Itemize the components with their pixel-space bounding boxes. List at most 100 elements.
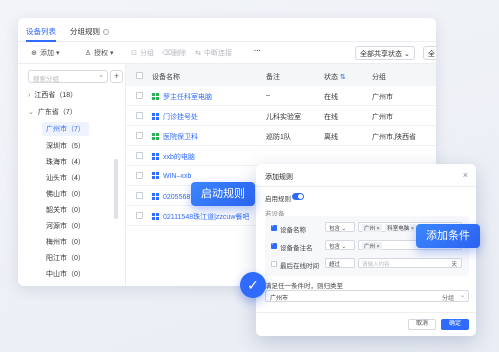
device-name[interactable]: 罗主任科室电脑 (152, 92, 212, 102)
confirm-button[interactable]: 确定 (441, 319, 469, 330)
row-checkbox[interactable] (136, 192, 143, 199)
device-name[interactable]: 医院保卫科 (152, 132, 198, 142)
value-chip[interactable]: 广州 × (362, 224, 382, 232)
device-name-text: xxb的电脑 (163, 154, 195, 161)
enable-rule-toggle[interactable] (292, 193, 304, 200)
header-group[interactable]: 分组 (372, 72, 386, 82)
device-name[interactable]: xxb的电脑 (152, 152, 195, 162)
device-name-text: 02111548珠江道|zzcuw餐吧 (163, 214, 250, 221)
device-group: 广州市 (372, 114, 393, 121)
condition-checkbox[interactable] (271, 261, 277, 267)
condition-checkbox[interactable] (271, 241, 277, 249)
row-checkbox[interactable] (136, 92, 143, 99)
row-checkbox[interactable] (136, 112, 143, 119)
target-group-select[interactable]: 广州市 分组 ⌄ (265, 290, 469, 302)
condition-operator-select[interactable]: 包含 ⌄ (325, 222, 355, 232)
tree-item-zhuhai[interactable]: 珠海市（4） (46, 157, 85, 167)
group-tree-panel: 搜索分组 ⌕ + › 江西省（18） ⌄ 广东省（7） 广州市（7） 深圳市（5） 珠… (18, 64, 126, 286)
group-search-input[interactable]: 搜索分组 ⌕ (28, 70, 108, 83)
windows-icon (152, 172, 159, 179)
more-button[interactable]: ··· (254, 48, 261, 55)
tree-item-shantou[interactable]: 汕头市（4） (46, 173, 85, 183)
delete-label: 删除 (172, 50, 186, 57)
tab-device-list[interactable]: 设备列表 (26, 26, 56, 37)
trash-icon: ⌫ (162, 50, 172, 57)
tree-item-label: 广东省（7） (37, 109, 77, 116)
disconnect-icon: ⇆ (195, 50, 201, 57)
device-name[interactable]: 02111548珠江道|zzcuw餐吧 (152, 212, 249, 222)
device-name[interactable]: 门诊挂号处 (152, 112, 198, 122)
row-checkbox[interactable] (136, 132, 143, 139)
value-chip[interactable]: 科室电脑 × (385, 224, 417, 232)
tree-item-label: 江西省（18） (34, 92, 78, 99)
tree-item-jiangxi[interactable]: › 江西省（18） (28, 90, 77, 100)
device-name[interactable]: WIN–xxb (152, 172, 191, 180)
delete-button[interactable]: ⌫删除 (162, 48, 186, 58)
device-name-text: 医院保卫科 (163, 134, 198, 141)
select-all-checkbox[interactable] (136, 72, 143, 79)
tree-item-yangjiang[interactable]: 阳江市（0） (46, 253, 85, 263)
disconnect-button[interactable]: ⇆ 中断连接 (194, 48, 232, 58)
row-checkbox[interactable] (136, 152, 143, 159)
share-status-value: 全部共享状态 (360, 51, 402, 58)
result-label: 满足任一条件时，则归类至 (265, 283, 343, 290)
header-note[interactable]: 备注 (266, 72, 280, 82)
tree-item-guangdong[interactable]: ⌄ 广东省（7） (28, 107, 77, 117)
device-group: 广州市,陕西省 (372, 134, 416, 141)
condition-field-label: 设备名称 (280, 227, 306, 234)
search-icon: ⌕ (99, 73, 103, 80)
tree-item-shaoguan[interactable]: 韶关市（0） (46, 205, 85, 215)
input-placeholder: 请输入内容 (362, 262, 390, 268)
tree-item-heyuan[interactable]: 河源市（0） (46, 221, 85, 231)
windows-icon (152, 113, 159, 120)
condition-operator-select[interactable]: 包含 ⌄ (325, 240, 355, 250)
search-placeholder: 搜索分组 (33, 76, 59, 83)
info-icon (103, 29, 109, 35)
tree-item-meizhou[interactable]: 梅州市（0） (46, 237, 85, 247)
dialog-title: 添加规则 (265, 174, 293, 181)
chevron-right-icon: › (28, 92, 31, 99)
condition-checkbox[interactable] (271, 223, 277, 231)
sort-icon: ⇅ (339, 74, 346, 81)
close-icon[interactable]: × (463, 170, 468, 180)
tree-item-foshan[interactable]: 佛山市（0） (46, 189, 85, 199)
row-checkbox[interactable] (136, 212, 143, 219)
checkmark-icon: ✓ (240, 272, 266, 298)
device-name-text: 罗主任科室电脑 (163, 94, 212, 101)
header-device-name[interactable]: 设备名称 (152, 72, 180, 82)
unit-label: 天 (451, 262, 457, 268)
row-checkbox[interactable] (136, 172, 143, 179)
device-status: 离线 (324, 134, 338, 141)
last-online-input[interactable]: 请输入内容 天 (358, 258, 462, 268)
all-select[interactable]: 全 (423, 46, 436, 60)
group-button[interactable]: ⊡ 分组 (130, 48, 154, 58)
authorize-button[interactable]: ♙ 授权 ▾ (84, 48, 114, 58)
enable-rule-label: 启用规则 (265, 196, 291, 203)
chevron-down-icon: ⌄ (403, 51, 410, 58)
add-rule-dialog: 添加规则 × 启用规则 若设备 设备名称 包含 ⌄ 广州 × 科室电脑 × 设备… (256, 164, 476, 336)
table-row[interactable]: 罗主任科室电脑 – 在线 广州市 (126, 86, 436, 106)
add-group-button[interactable]: + (110, 70, 123, 83)
user-icon: ♙ (84, 50, 92, 57)
tree-item-zhongshan[interactable]: 中山市（0） (46, 269, 85, 279)
plus-circle-icon: ⊕ (31, 50, 37, 57)
target-group-unit: 分组 (441, 296, 454, 302)
tab-bar: 设备列表 分组规则 (18, 18, 436, 42)
value-chip[interactable]: 广州 × (362, 242, 382, 250)
table-row[interactable]: 医院保卫科 巡防1队 离线 广州市,陕西省 (126, 126, 436, 146)
condition-operator-select[interactable]: 超过 (325, 258, 355, 268)
share-status-select[interactable]: 全部共享状态 ⌄ (355, 46, 415, 60)
tree-item-guangzhou[interactable]: 广州市（7） (42, 122, 89, 136)
device-status: 在线 (324, 94, 338, 101)
cancel-button[interactable]: 取消 (408, 319, 436, 330)
device-note: 巡防1队 (266, 134, 291, 141)
table-row[interactable]: xxb的电脑 (126, 146, 436, 166)
tree-scrollbar[interactable] (114, 159, 118, 219)
callout-add-condition: 添加条件 (416, 224, 480, 248)
add-button[interactable]: ⊕ 添加 ▾ (30, 48, 59, 58)
table-row[interactable]: 门诊挂号处 儿科实验室 在线 广州市 (126, 106, 436, 126)
header-status[interactable]: 状态 ⇅ (324, 72, 346, 82)
tab-group-rules[interactable]: 分组规则 (70, 26, 109, 37)
tree-item-shenzhen[interactable]: 深圳市（5） (46, 141, 85, 151)
device-name-text: 门诊挂号处 (163, 114, 198, 121)
